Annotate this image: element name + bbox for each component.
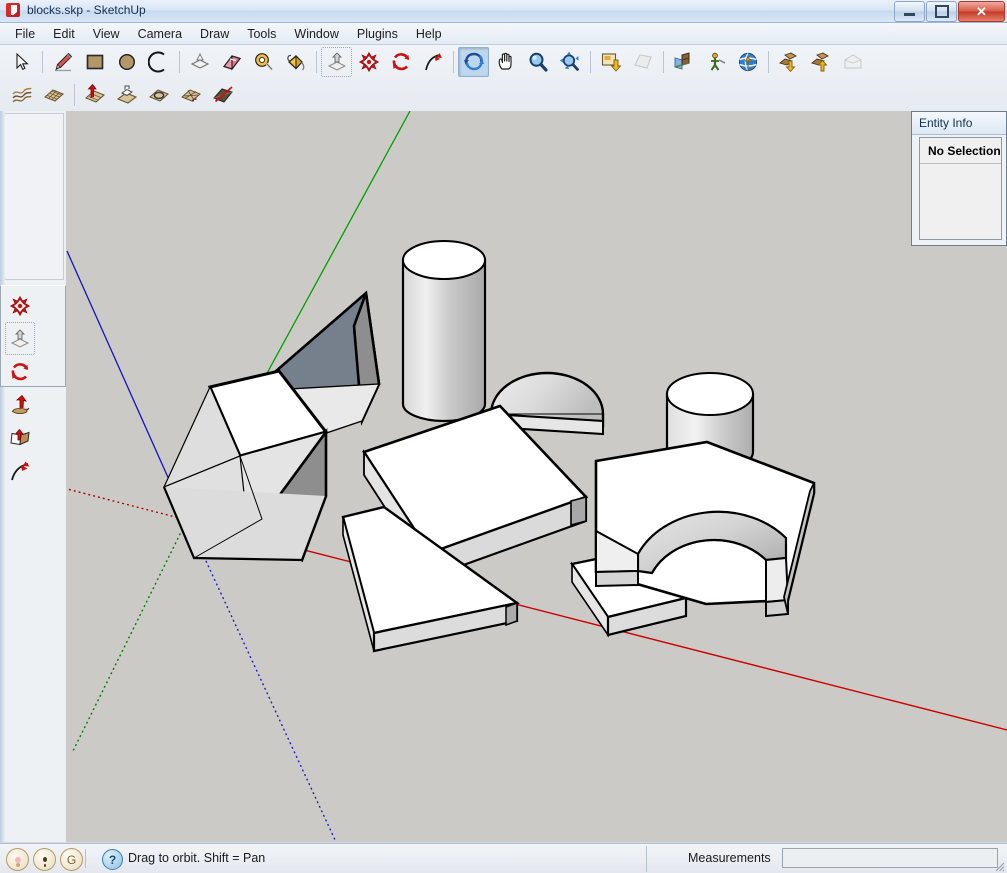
question-mark-icon[interactable]: ? [102, 849, 123, 870]
credentials-icon[interactable] [6, 848, 29, 871]
entity-info-body: No Selection [919, 137, 1002, 240]
select-tool[interactable] [6, 47, 37, 77]
circle-tool[interactable] [111, 47, 142, 77]
scale-tool-float[interactable] [5, 421, 35, 454]
position-camera-tool[interactable] [700, 47, 731, 77]
offset-tool-float[interactable] [5, 454, 35, 487]
entity-info-panel[interactable]: Entity Info No Selection [911, 111, 1007, 246]
menu-file[interactable]: File [6, 24, 44, 44]
toolbar-separator [179, 51, 180, 73]
privacy-person-icon[interactable] [33, 848, 56, 871]
title-bar-left: blocks.skp - SketchUp [5, 2, 146, 18]
toolbar-separator [453, 51, 454, 73]
flip-edge-tool[interactable] [207, 80, 238, 110]
smoove-tool[interactable] [79, 80, 110, 110]
toolbar-separator [590, 51, 591, 73]
title-bar: blocks.skp - SketchUp ✕ [0, 0, 1007, 23]
google-icon[interactable]: G [60, 848, 83, 871]
sketchup-logo-icon [5, 2, 21, 18]
toolbar-separator [74, 84, 75, 106]
menu-window[interactable]: Window [285, 24, 347, 44]
toolbar-separator [768, 51, 769, 73]
orbit-tool[interactable] [458, 47, 489, 77]
zoom-extents-tool[interactable] [554, 47, 585, 77]
followme-tool[interactable] [417, 47, 448, 77]
status-separator [85, 849, 86, 868]
pan-tool[interactable] [490, 47, 521, 77]
zoom-tool[interactable] [522, 47, 553, 77]
next-view-button[interactable] [627, 47, 658, 77]
resize-grip[interactable] [992, 859, 1005, 872]
sandbox-from-contours-tool[interactable] [6, 80, 37, 110]
geo-location-tool[interactable] [732, 47, 763, 77]
measurements-label: Measurements [688, 851, 771, 865]
offset-tool[interactable] [321, 47, 352, 77]
rotate-tool-float[interactable] [5, 355, 35, 388]
floating-modify-toolbar [0, 285, 66, 387]
left-dock-empty-panel [4, 113, 64, 280]
menu-edit[interactable]: Edit [44, 24, 84, 44]
menu-view[interactable]: View [84, 24, 129, 44]
status-divider [646, 846, 647, 872]
stamp-tool[interactable] [111, 80, 142, 110]
section-plane-tool[interactable] [668, 47, 699, 77]
menu-tools[interactable]: Tools [238, 24, 285, 44]
measurements-input[interactable] [782, 848, 998, 868]
share-model-button[interactable] [805, 47, 836, 77]
cube-block-shape[interactable] [164, 371, 326, 560]
minimize-button[interactable] [894, 1, 925, 22]
arc-tool[interactable] [143, 47, 174, 77]
status-bar-icons: G [6, 848, 83, 871]
rotate-tool[interactable] [385, 47, 416, 77]
menu-help[interactable]: Help [407, 24, 451, 44]
pushpull-tool-float[interactable] [5, 322, 35, 355]
move-tool[interactable] [353, 47, 384, 77]
menu-bar: File Edit View Camera Draw Tools Window … [0, 23, 1007, 45]
sandbox-from-scratch-tool[interactable] [38, 80, 69, 110]
sketchup-window: blocks.skp - SketchUp ✕ File Edit View C… [0, 0, 1007, 872]
eraser-tool[interactable] [216, 47, 247, 77]
status-bar: G ? Drag to orbit. Shift = Pan Measureme… [0, 843, 1007, 873]
maximize-button[interactable] [926, 1, 957, 22]
menu-plugins[interactable]: Plugins [348, 24, 407, 44]
sandbox-toolbar-row-2 [0, 79, 239, 111]
window-title: blocks.skp - SketchUp [27, 3, 146, 17]
toolbar-separator [663, 51, 664, 73]
menu-draw[interactable]: Draw [191, 24, 238, 44]
add-detail-tool[interactable] [175, 80, 206, 110]
warehouse-button[interactable] [837, 47, 868, 77]
window-controls: ✕ [894, 1, 1005, 22]
move-tool-float[interactable] [5, 289, 35, 322]
menu-camera[interactable]: Camera [129, 24, 191, 44]
model-viewport[interactable] [66, 111, 1007, 842]
pushpull-tool[interactable] [184, 47, 215, 77]
line-tool[interactable] [47, 47, 78, 77]
toolbar-separator [316, 51, 317, 73]
toolbar-area [0, 45, 1007, 112]
toolbar-separator [42, 51, 43, 73]
drape-tool[interactable] [143, 80, 174, 110]
status-message: Drag to orbit. Shift = Pan [128, 851, 265, 865]
entity-info-selection-state: No Selection [920, 138, 1001, 164]
tall-cylinder-shape[interactable] [403, 241, 485, 421]
get-models-button[interactable] [773, 47, 804, 77]
close-button[interactable]: ✕ [958, 1, 1005, 22]
entity-info-title: Entity Info [912, 112, 1006, 135]
model-canvas [66, 111, 1007, 842]
rectangle-tool[interactable] [79, 47, 110, 77]
main-toolbar-row-1 [0, 46, 869, 78]
previous-view-button[interactable] [595, 47, 626, 77]
tape-measure-tool[interactable] [248, 47, 279, 77]
followme-tool-float[interactable] [5, 388, 35, 421]
paint-bucket-tool[interactable] [280, 47, 311, 77]
